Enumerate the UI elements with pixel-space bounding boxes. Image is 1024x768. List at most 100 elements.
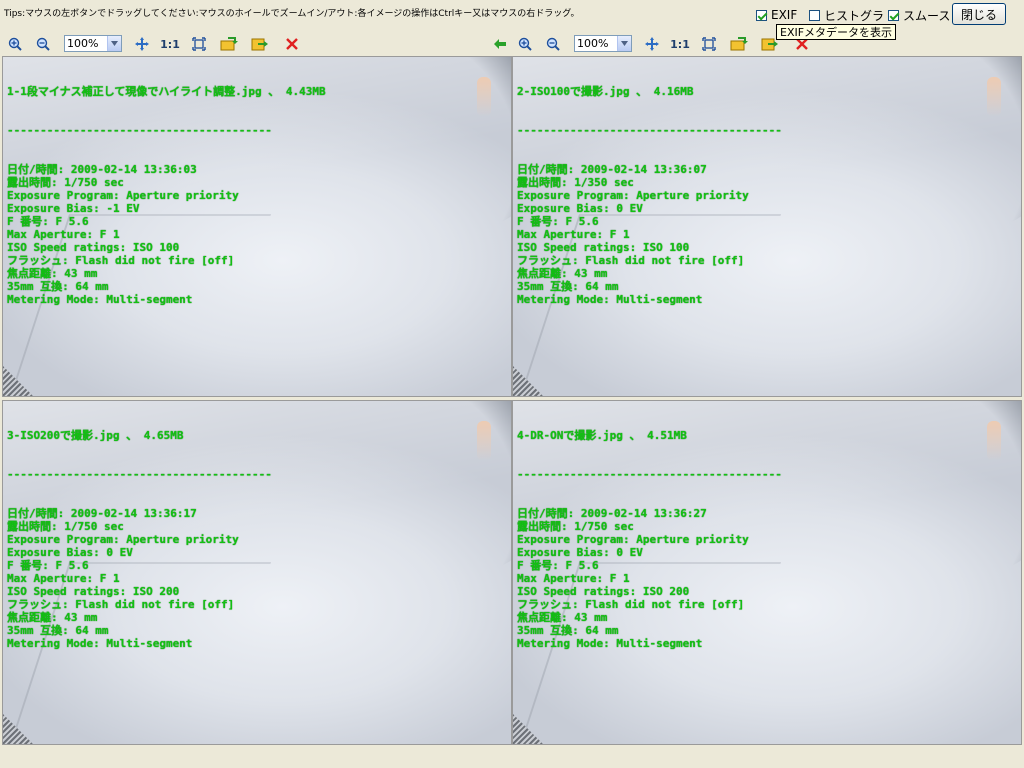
actual-size-button[interactable]: 1:1 [670, 35, 690, 53]
move-icon[interactable] [132, 35, 152, 53]
exif-overlay: 4-DR-ONで撮影.jpg 、 4.51MB ----------------… [517, 403, 782, 676]
exif-line: Exposure Program: Aperture priority [7, 533, 239, 546]
exif-line: Metering Mode: Multi-segment [7, 637, 193, 650]
exif-checkbox[interactable]: EXIF [756, 6, 797, 24]
open-folder-icon[interactable] [219, 35, 239, 53]
image-panel-3: 100% 1:1 3-ISO200で撮影.jpg 、 4.65MB ------… [2, 400, 512, 745]
file-name: 4-DR-ONで撮影.jpg 、 4.51MB [517, 429, 687, 442]
histogram-checkbox[interactable]: ヒストグラ [809, 6, 884, 24]
close-button[interactable]: 閉じる [952, 3, 1006, 25]
exif-overlay: 1-1段マイナス補正して現像でハイライト調整.jpg 、 4.43MB ----… [7, 59, 326, 332]
exif-overlay: 3-ISO200で撮影.jpg 、 4.65MB ---------------… [7, 403, 272, 676]
exif-line: Exposure Bias: -1 EV [7, 202, 140, 215]
zoom-in-icon[interactable] [6, 35, 24, 53]
exif-line: ISO Speed ratings: ISO 100 [517, 241, 690, 254]
zoom-out-icon[interactable] [544, 35, 562, 53]
chevron-down-icon[interactable] [617, 36, 631, 51]
preview-image[interactable]: 3-ISO200で撮影.jpg 、 4.65MB ---------------… [2, 400, 512, 745]
exif-line: Max Aperture: F 1 [517, 228, 630, 241]
zoom-in-icon[interactable] [516, 35, 534, 53]
file-name: 2-ISO100で撮影.jpg 、 4.16MB [517, 85, 694, 98]
exif-line: Exposure Program: Aperture priority [7, 189, 239, 202]
exif-line: Max Aperture: F 1 [7, 228, 120, 241]
exif-line: 露出時間: 1/750 sec [7, 520, 124, 533]
exif-checkbox-label: EXIF [771, 8, 798, 22]
exif-line: フラッシュ: Flash did not fire [off] [517, 598, 745, 611]
exif-line: Metering Mode: Multi-segment [517, 637, 703, 650]
exif-line: Exposure Program: Aperture priority [517, 533, 749, 546]
exif-line: 露出時間: 1/350 sec [517, 176, 634, 189]
exif-checkbox-box[interactable] [756, 9, 767, 21]
exif-line: 焦点距離: 43 mm [517, 267, 608, 280]
exif-line: 35mm 互換: 64 mm [517, 624, 619, 637]
exif-line: 35mm 互換: 64 mm [7, 624, 109, 637]
image-light [987, 77, 1001, 117]
exif-line: 日付/時間: 2009-02-14 13:36:03 [7, 163, 197, 176]
exif-line: ISO Speed ratings: ISO 200 [517, 585, 690, 598]
zoom-value: 100% [67, 37, 99, 50]
exif-line: 焦点距離: 43 mm [7, 267, 98, 280]
exif-line: Metering Mode: Multi-segment [517, 293, 703, 306]
open-folder-icon[interactable] [729, 35, 749, 53]
exif-line: F 番号: F 5.6 [7, 215, 89, 228]
fit-to-window-icon[interactable] [190, 35, 208, 53]
chevron-down-icon[interactable] [107, 36, 121, 51]
preview-image[interactable]: 2-ISO100で撮影.jpg 、 4.16MB ---------------… [512, 56, 1022, 397]
image-panel-1: 100% 1:1 1-1段マイナス補正して現像でハイライト調整.jpg 、 4.… [2, 32, 512, 397]
exif-tooltip: EXIFメタデータを表示 [776, 24, 897, 40]
exif-line: Exposure Bias: 0 EV [517, 546, 643, 559]
exif-line: F 番号: F 5.6 [7, 559, 89, 572]
close-icon[interactable] [283, 35, 301, 53]
separator-line: ---------------------------------------- [517, 468, 782, 481]
exif-line: 露出時間: 1/750 sec [7, 176, 124, 189]
fit-to-window-icon[interactable] [700, 35, 718, 53]
zoom-value: 100% [577, 37, 609, 50]
file-name: 1-1段マイナス補正して現像でハイライト調整.jpg 、 4.43MB [7, 85, 326, 98]
image-panel-2: 100% 1:1 2-ISO100で撮影.jpg 、 4.16MB ------… [512, 32, 1022, 397]
exif-line: 焦点距離: 43 mm [517, 611, 608, 624]
histogram-checkbox-box[interactable] [809, 9, 820, 21]
actual-size-button[interactable]: 1:1 [160, 35, 180, 53]
exif-line: F 番号: F 5.6 [517, 215, 599, 228]
smooth-checkbox[interactable]: スムース [888, 6, 950, 24]
exif-line: ISO Speed ratings: ISO 200 [7, 585, 180, 598]
exif-line: 日付/時間: 2009-02-14 13:36:27 [517, 507, 707, 520]
save-icon[interactable] [250, 35, 270, 53]
exif-line: 日付/時間: 2009-02-14 13:36:17 [7, 507, 197, 520]
exif-line: 35mm 互換: 64 mm [517, 280, 619, 293]
move-icon[interactable] [642, 35, 662, 53]
exif-line: Exposure Bias: 0 EV [517, 202, 643, 215]
exif-overlay: 2-ISO100で撮影.jpg 、 4.16MB ---------------… [517, 59, 782, 332]
exif-line: 35mm 互換: 64 mm [7, 280, 109, 293]
back-arrow-icon[interactable] [492, 35, 508, 53]
exif-line: ISO Speed ratings: ISO 100 [7, 241, 180, 254]
exif-line: フラッシュ: Flash did not fire [off] [7, 598, 235, 611]
exif-line: 露出時間: 1/750 sec [517, 520, 634, 533]
image-light [477, 77, 491, 117]
image-panel-4: 100% 1:1 4-DR-ONで撮影.jpg 、 4.51MB -------… [512, 400, 1022, 745]
zoom-out-icon[interactable] [34, 35, 52, 53]
preview-image[interactable]: 4-DR-ONで撮影.jpg 、 4.51MB ----------------… [512, 400, 1022, 745]
zoom-select[interactable]: 100% [64, 35, 122, 52]
smooth-checkbox-label: スムース [903, 8, 951, 23]
exif-line: 焦点距離: 43 mm [7, 611, 98, 624]
exif-line: Max Aperture: F 1 [517, 572, 630, 585]
exif-line: フラッシュ: Flash did not fire [off] [7, 254, 235, 267]
exif-line: F 番号: F 5.6 [517, 559, 599, 572]
smooth-checkbox-box[interactable] [888, 9, 899, 21]
histogram-checkbox-label: ヒストグラ [824, 8, 885, 23]
zoom-select[interactable]: 100% [574, 35, 632, 52]
image-light [987, 421, 1001, 461]
image-light [477, 421, 491, 461]
separator-line: ---------------------------------------- [7, 124, 272, 137]
exif-line: Metering Mode: Multi-segment [7, 293, 193, 306]
panel-toolbar: 100% 1:1 [2, 32, 512, 56]
file-name: 3-ISO200で撮影.jpg 、 4.65MB [7, 429, 184, 442]
preview-image[interactable]: 1-1段マイナス補正して現像でハイライト調整.jpg 、 4.43MB ----… [2, 56, 512, 397]
separator-line: ---------------------------------------- [517, 124, 782, 137]
tips-text: Tips:マウスの左ボタンでドラッグしてください:マウスのホイールでズームイン/… [4, 9, 580, 19]
exif-line: 日付/時間: 2009-02-14 13:36:07 [517, 163, 707, 176]
exif-line: フラッシュ: Flash did not fire [off] [517, 254, 745, 267]
exif-line: Max Aperture: F 1 [7, 572, 120, 585]
exif-line: Exposure Program: Aperture priority [517, 189, 749, 202]
